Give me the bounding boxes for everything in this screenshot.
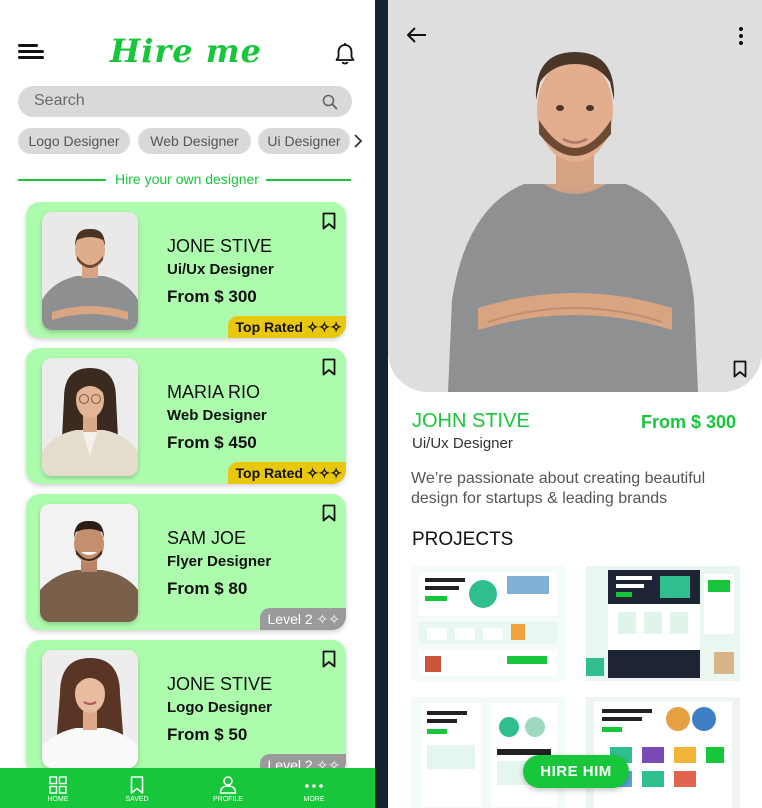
nav-home[interactable]: HOME — [23, 768, 93, 808]
top-rated-badge: Top Rated ✧✧✧ — [227, 316, 346, 338]
nav-saved[interactable]: SAVED — [102, 768, 172, 808]
designer-profile-screen: JOHN STIVE From $ 300 Ui/Ux Designer We’… — [388, 0, 762, 808]
grid-icon — [49, 776, 67, 794]
designer-photo — [42, 650, 138, 768]
user-icon — [219, 776, 237, 794]
project-thumbnail[interactable] — [586, 566, 740, 681]
bookmark-icon[interactable] — [733, 360, 747, 378]
profile-photo — [388, 0, 762, 392]
nav-more[interactable]: MORE — [279, 768, 349, 808]
designer-price: From $ 80 — [167, 579, 248, 598]
level-badge: Level 2 ✧✧ — [259, 608, 346, 630]
nav-profile-label: PROFILE — [213, 796, 243, 803]
designer-price: From $ 50 — [167, 725, 248, 744]
designer-photo — [42, 212, 138, 330]
designer-name: MARIA RIO — [167, 382, 261, 402]
project-thumbnail[interactable] — [586, 697, 740, 808]
project-thumbnail[interactable] — [411, 697, 565, 808]
designer-list-screen: Hire me Search Logo Designer Web Designe… — [0, 0, 375, 808]
bottom-navigation: HOME SAVED PROFILE MORE — [0, 768, 375, 808]
designer-price: From $ 450 — [167, 433, 257, 452]
project-thumbnail[interactable] — [411, 566, 565, 681]
section-label: Hire your own designer — [115, 171, 259, 187]
designer-role: Logo Designer — [167, 699, 273, 716]
bell-icon[interactable] — [334, 42, 356, 66]
section-divider-left — [18, 179, 106, 181]
designer-card[interactable]: MARIA RIO Web Designer From $ 450 Top Ra… — [26, 348, 346, 484]
designer-photo — [40, 504, 138, 622]
profile-hero — [388, 0, 762, 392]
profile-name: JOHN STIVE — [412, 410, 530, 432]
profile-description: We’re passionate about creating beautifu… — [411, 470, 706, 507]
section-divider-right — [266, 179, 351, 181]
nav-profile[interactable]: PROFILE — [193, 768, 263, 808]
kebab-menu-icon[interactable] — [738, 26, 744, 46]
designer-role: Web Designer — [167, 407, 267, 424]
designer-card[interactable]: JONE STIVE Logo Designer From $ 50 Level… — [26, 640, 346, 776]
chevron-right-icon[interactable] — [353, 133, 363, 149]
search-placeholder: Search — [34, 92, 85, 109]
designer-card[interactable]: SAM JOE Flyer Designer From $ 80 Level 2… — [26, 494, 346, 630]
chip-logo-designer[interactable]: Logo Designer — [18, 128, 130, 154]
more-dots-icon — [305, 784, 323, 788]
top-rated-badge: Top Rated ✧✧✧ — [227, 462, 346, 484]
bookmark-icon — [130, 776, 144, 794]
bookmark-icon[interactable] — [322, 504, 336, 522]
nav-more-label: MORE — [303, 796, 325, 803]
search-input[interactable]: Search — [18, 86, 352, 117]
hire-him-button[interactable]: HIRE HIM — [523, 755, 629, 788]
designer-role: Ui/Ux Designer — [167, 261, 274, 278]
bookmark-icon[interactable] — [322, 358, 336, 376]
app-title: Hire me — [110, 32, 262, 70]
bookmark-icon[interactable] — [322, 212, 336, 230]
designer-role: Flyer Designer — [167, 553, 272, 570]
profile-price: From $ 300 — [640, 412, 736, 432]
chip-ui-designer[interactable]: Ui Designer — [258, 128, 350, 154]
designer-card[interactable]: JONE STIVE Ui/Ux Designer From $ 300 Top… — [26, 202, 346, 338]
back-arrow-icon[interactable] — [406, 26, 428, 44]
nav-home-label: HOME — [47, 796, 69, 803]
nav-saved-label: SAVED — [125, 796, 149, 803]
designer-name: JONE STIVE — [167, 674, 273, 694]
profile-role: Ui/Ux Designer — [412, 435, 513, 452]
chip-web-designer[interactable]: Web Designer — [138, 128, 251, 154]
bookmark-icon[interactable] — [322, 650, 336, 668]
designer-price: From $ 300 — [167, 287, 257, 306]
designer-photo — [42, 358, 138, 476]
designer-name: JONE STIVE — [167, 236, 273, 256]
search-icon[interactable] — [322, 94, 338, 110]
screen-divider — [375, 0, 388, 808]
projects-heading: PROJECTS — [412, 529, 514, 550]
designer-name: SAM JOE — [167, 528, 247, 548]
